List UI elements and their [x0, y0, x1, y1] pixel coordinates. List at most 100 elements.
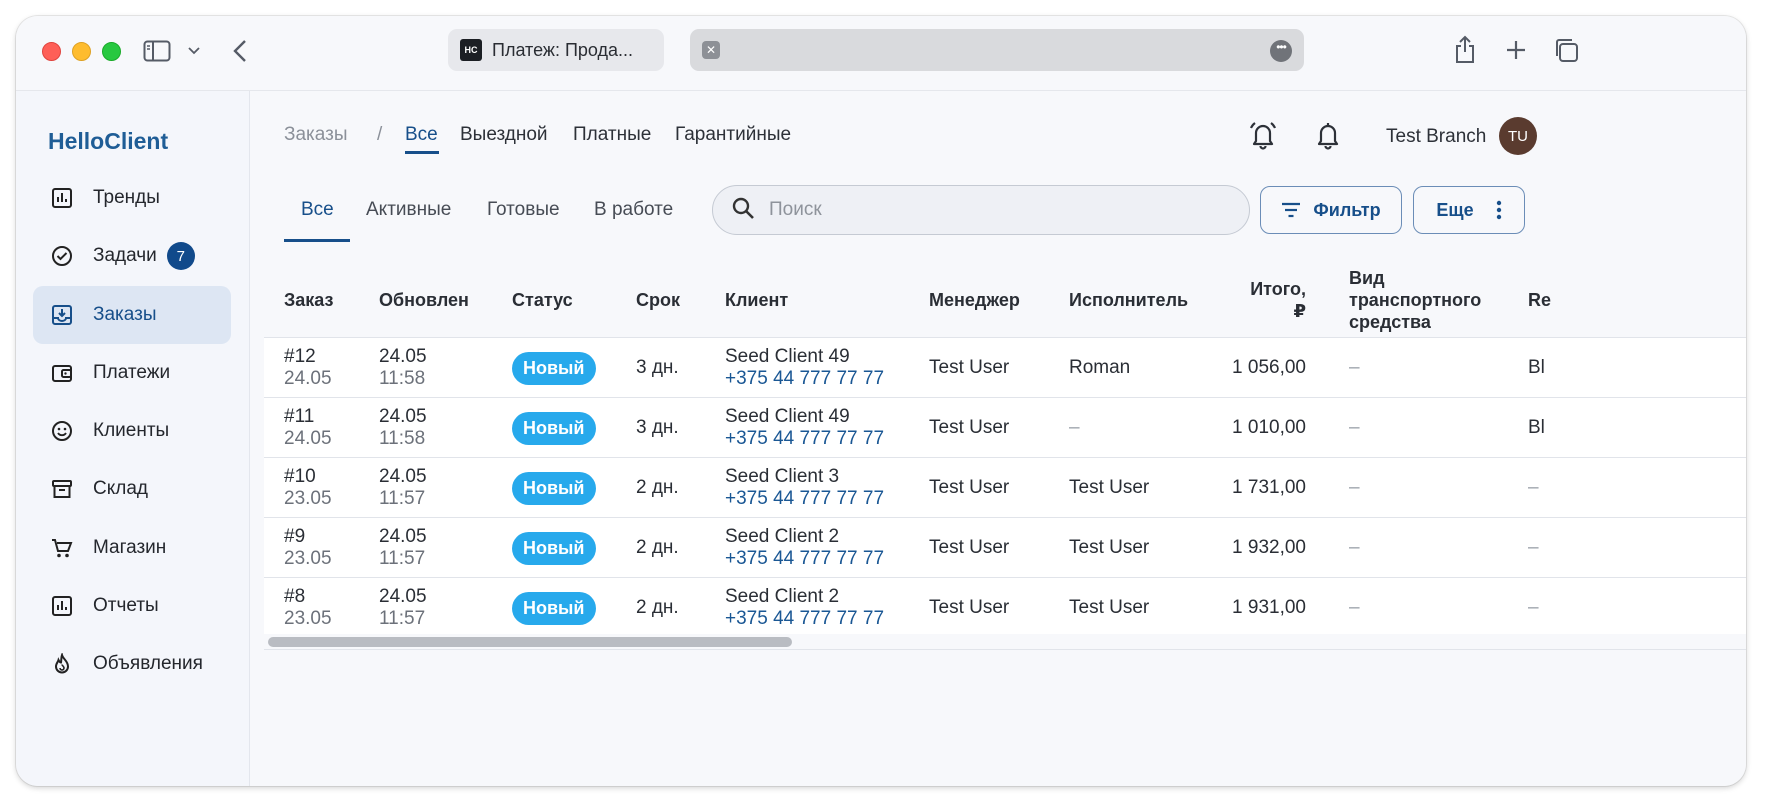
- manager-name: Test User: [929, 597, 1010, 618]
- total-amount: 1 010,00: [1232, 417, 1306, 438]
- filter-button[interactable]: Фильтр: [1260, 186, 1402, 234]
- executor-name: Test User: [1069, 477, 1150, 498]
- table-row[interactable]: #10 23.05 24.05 11:57 Новый 2 дн. Seed Client …: [264, 457, 1746, 517]
- client-name[interactable]: Seed Client 49: [725, 346, 884, 368]
- tab-active[interactable]: Активные: [366, 199, 451, 221]
- table-row[interactable]: #8 23.05 24.05 11:57 Новый 2 дн. Seed Client 2…: [264, 577, 1746, 637]
- executor-name: Test User: [1069, 537, 1150, 558]
- back-icon[interactable]: [230, 36, 250, 66]
- vehicle-type: –: [1349, 417, 1360, 438]
- client-phone[interactable]: +375 44 777 77 77: [725, 548, 884, 570]
- column-header-total-line1: Итого,: [1250, 278, 1306, 299]
- tab-title: Платеж: Прода...: [492, 39, 634, 60]
- sidebar-item-announcements[interactable]: Объявления: [33, 635, 231, 693]
- scrollbar-thumb[interactable]: [268, 637, 792, 647]
- client-name[interactable]: Seed Client 2: [725, 526, 884, 548]
- term-cell: 2 дн.: [636, 578, 679, 638]
- new-tab-icon[interactable]: [1504, 38, 1528, 62]
- client-name[interactable]: Seed Client 3: [725, 466, 884, 488]
- chevron-down-icon[interactable]: [186, 44, 202, 58]
- report-icon: [49, 593, 75, 619]
- browser-tab-blank[interactable]: ✕ •••: [690, 29, 1304, 71]
- sidebar-item-payments[interactable]: Платежи: [33, 344, 231, 402]
- tab-in-progress[interactable]: В работе: [594, 199, 673, 221]
- client-phone[interactable]: +375 44 777 77 77: [725, 608, 884, 630]
- close-tab-icon[interactable]: ✕: [702, 41, 720, 59]
- table-row[interactable]: #11 24.05 24.05 11:58 Новый 3 дн. Seed Client …: [264, 397, 1746, 457]
- manager-cell: Test User: [929, 518, 1009, 578]
- column-header-extra[interactable]: Re: [1528, 262, 1551, 337]
- vehicle-type: –: [1349, 357, 1360, 378]
- client-name[interactable]: Seed Client 2: [725, 586, 884, 608]
- manager-name: Test User: [929, 477, 1010, 498]
- order-number[interactable]: #11: [284, 406, 332, 428]
- vehicle-cell: –: [1349, 338, 1360, 398]
- minimize-window-button[interactable]: [72, 42, 91, 61]
- column-header-total[interactable]: Итого, ₽: [1226, 262, 1306, 337]
- tab-onsite[interactable]: Выездной: [460, 124, 548, 146]
- tab-warranty[interactable]: Гарантийные: [675, 124, 791, 146]
- brand-logo[interactable]: HelloClient: [48, 128, 168, 155]
- sidebar-item-trends[interactable]: Тренды: [33, 169, 231, 227]
- share-icon[interactable]: [1452, 32, 1478, 66]
- sidebar-item-clients[interactable]: Клиенты: [33, 402, 231, 460]
- column-header-status[interactable]: Статус: [512, 262, 573, 337]
- search-icon: [731, 196, 755, 225]
- table-row[interactable]: #9 23.05 24.05 11:57 Новый 2 дн. Seed Client 2…: [264, 517, 1746, 577]
- browser-tab-active[interactable]: HC Платеж: Прода...: [448, 29, 664, 71]
- vehicle-cell: –: [1349, 518, 1360, 578]
- zoom-window-button[interactable]: [102, 42, 121, 61]
- status-badge: Новый: [512, 351, 596, 385]
- order-cell: #8 23.05: [284, 578, 332, 638]
- client-cell: Seed Client 49 +375 44 777 77 77: [725, 338, 884, 398]
- manager-cell: Test User: [929, 458, 1009, 518]
- breadcrumb-root[interactable]: Заказы: [284, 124, 348, 146]
- client-phone[interactable]: +375 44 777 77 77: [725, 488, 884, 510]
- sidebar-item-tasks[interactable]: Задачи 7: [33, 227, 231, 285]
- order-number[interactable]: #9: [284, 526, 332, 548]
- column-header-manager[interactable]: Менеджер: [929, 262, 1020, 337]
- column-header-order[interactable]: Заказ: [284, 262, 333, 337]
- search-input[interactable]: [769, 199, 1189, 221]
- tab-paid[interactable]: Платные: [573, 124, 651, 146]
- executor-cell: Test User: [1069, 578, 1149, 638]
- avatar[interactable]: TU: [1499, 117, 1537, 155]
- order-number[interactable]: #8: [284, 586, 332, 608]
- tab-overview-icon[interactable]: [1552, 36, 1580, 64]
- tab-all[interactable]: Все: [301, 199, 334, 221]
- sidebar-toggle-icon[interactable]: [142, 38, 172, 64]
- order-number[interactable]: #10: [284, 466, 332, 488]
- order-date: 23.05: [284, 488, 332, 509]
- sidebar-item-warehouse[interactable]: Склад: [33, 460, 231, 518]
- column-header-client[interactable]: Клиент: [725, 262, 788, 337]
- alarm-icon[interactable]: [1248, 119, 1278, 156]
- client-cell: Seed Client 2 +375 44 777 77 77: [725, 518, 884, 578]
- term-cell: 2 дн.: [636, 458, 679, 518]
- tab-ready[interactable]: Готовые: [487, 199, 560, 221]
- more-icon[interactable]: •••: [1270, 40, 1292, 62]
- term-value: 3 дн.: [636, 357, 679, 378]
- sidebar-item-shop[interactable]: Магазин: [33, 519, 231, 577]
- order-number[interactable]: #12: [284, 346, 332, 368]
- column-header-executor[interactable]: Исполнитель: [1069, 262, 1188, 337]
- client-phone[interactable]: +375 44 777 77 77: [725, 428, 884, 450]
- more-button[interactable]: Еще: [1413, 186, 1525, 234]
- notifications-icon[interactable]: [1314, 119, 1342, 156]
- manager-name: Test User: [929, 417, 1010, 438]
- column-header-vehicle-type[interactable]: Вид транспортного средства: [1349, 262, 1481, 337]
- client-name[interactable]: Seed Client 49: [725, 406, 884, 428]
- tab-all-types[interactable]: Все: [405, 124, 438, 146]
- client-phone[interactable]: +375 44 777 77 77: [725, 368, 884, 390]
- updated-time: 11:58: [379, 368, 426, 389]
- table-row[interactable]: #12 24.05 24.05 11:58 Новый 3 дн. Seed Client …: [264, 337, 1746, 397]
- column-header-term[interactable]: Срок: [636, 262, 680, 337]
- horizontal-scrollbar[interactable]: [264, 634, 1746, 650]
- executor-name: –: [1069, 417, 1080, 438]
- sidebar-item-reports[interactable]: Отчеты: [33, 577, 231, 635]
- column-header-updated[interactable]: Обновлен: [379, 262, 469, 337]
- extra-cell: –: [1528, 578, 1539, 638]
- order-date: 23.05: [284, 548, 332, 569]
- close-window-button[interactable]: [42, 42, 61, 61]
- sidebar-item-orders[interactable]: Заказы: [33, 286, 231, 344]
- branch-name[interactable]: Test Branch: [1386, 126, 1486, 148]
